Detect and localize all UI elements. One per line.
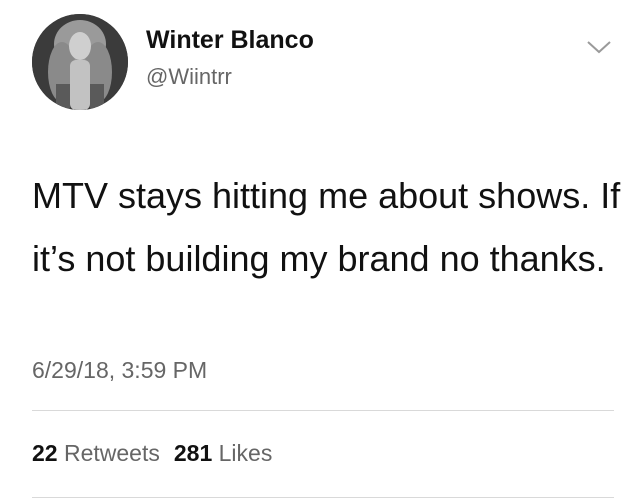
avatar-photo [32,14,128,110]
likes-stat[interactable]: 281 Likes [174,440,272,466]
tweet-text: MTV stays hitting me about shows. If it’… [32,175,621,279]
retweets-count: 22 [32,440,58,466]
avatar[interactable] [32,14,128,110]
tweet-stats: 22 Retweets 281 Likes [32,440,272,467]
user-handle[interactable]: @Wiintrr [146,64,232,90]
tweet-timestamp: 6/29/18, 3:59 PM [32,357,208,383]
likes-label: Likes [218,440,273,466]
divider [32,497,614,498]
likes-count: 281 [173,440,213,466]
divider [32,410,614,411]
chevron-down-icon[interactable] [584,36,614,56]
display-name[interactable]: Winter Blanco [146,26,314,55]
retweets-label: Retweets [63,440,160,466]
retweets-stat[interactable]: 22 Retweets [32,440,160,466]
